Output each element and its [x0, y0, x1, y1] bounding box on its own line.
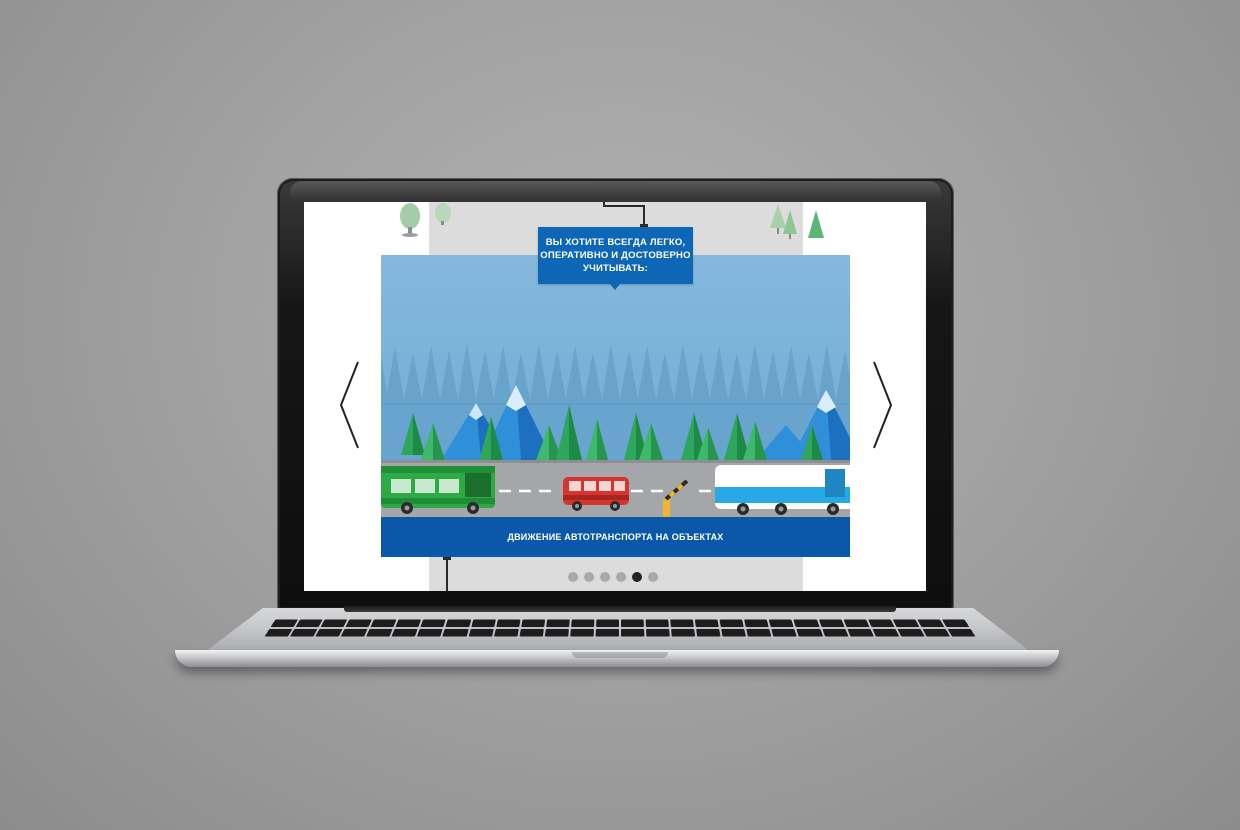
- key: [341, 629, 368, 637]
- chevron-left-icon[interactable]: [338, 360, 364, 450]
- key: [769, 620, 794, 627]
- key: [797, 629, 823, 637]
- key: [596, 629, 619, 637]
- key: [468, 629, 493, 637]
- chevron-right-icon[interactable]: [868, 360, 894, 450]
- key: [519, 629, 543, 637]
- pagination-dot[interactable]: [632, 572, 642, 582]
- key: [917, 620, 944, 627]
- key: [315, 629, 342, 637]
- key: [443, 629, 469, 637]
- slide-illustration: Движение автотранспорта на объектах: [381, 255, 850, 557]
- key: [290, 629, 318, 637]
- keyboard: [265, 620, 976, 637]
- laptop-hinge: [344, 606, 896, 612]
- key: [695, 620, 719, 627]
- green-bus: [381, 466, 495, 514]
- far-forest: [381, 343, 850, 405]
- key: [721, 629, 746, 637]
- key: [822, 629, 848, 637]
- pagination-dot[interactable]: [584, 572, 594, 582]
- key: [271, 620, 298, 627]
- key: [868, 620, 894, 627]
- cable: [604, 202, 644, 228]
- key: [396, 620, 422, 627]
- key: [819, 620, 845, 627]
- key: [744, 620, 769, 627]
- key: [621, 629, 644, 637]
- key: [942, 620, 969, 627]
- key: [720, 620, 744, 627]
- pagination-dot[interactable]: [616, 572, 626, 582]
- key: [847, 629, 874, 637]
- key: [571, 620, 594, 627]
- key: [392, 629, 418, 637]
- blue-bus: [715, 465, 850, 515]
- key: [596, 620, 619, 627]
- key: [794, 620, 819, 627]
- question-line: учитывать:: [583, 262, 648, 275]
- key: [346, 620, 372, 627]
- key: [893, 620, 920, 627]
- landscape-illustration: [381, 255, 850, 517]
- key: [570, 629, 594, 637]
- key: [494, 629, 519, 637]
- key: [296, 620, 323, 627]
- key: [897, 629, 924, 637]
- trackpad-notch: [572, 652, 668, 658]
- key: [872, 629, 899, 637]
- key: [421, 620, 446, 627]
- key: [265, 629, 293, 637]
- caption-bar: Движение автотранспорта на объектах: [381, 517, 850, 557]
- key: [646, 629, 670, 637]
- key: [446, 620, 471, 627]
- key: [321, 620, 348, 627]
- key: [747, 629, 772, 637]
- callout-tail: [610, 284, 620, 290]
- key: [471, 620, 496, 627]
- tree-icon: [770, 204, 824, 239]
- key: [417, 629, 443, 637]
- question-callout: Вы хотите всегда легко, оперативно и дос…: [538, 227, 693, 284]
- slide-caption: Движение автотранспорта на объектах: [507, 532, 723, 542]
- question-line: оперативно и достоверно: [540, 249, 690, 262]
- key: [496, 620, 520, 627]
- key: [621, 620, 644, 627]
- pagination-dot[interactable]: [648, 572, 658, 582]
- key: [671, 629, 695, 637]
- pagination-dot[interactable]: [568, 572, 578, 582]
- key: [521, 620, 545, 627]
- tree-icon: [435, 203, 451, 225]
- slide-pagination: [568, 572, 658, 582]
- key: [646, 620, 669, 627]
- key: [546, 620, 570, 627]
- key: [947, 629, 975, 637]
- key: [922, 629, 950, 637]
- laptop-screen: Движение автотранспорта на объектах Вы х…: [304, 202, 926, 591]
- key: [772, 629, 798, 637]
- key: [545, 629, 569, 637]
- key: [366, 629, 393, 637]
- key: [371, 620, 397, 627]
- key: [670, 620, 694, 627]
- tree-icon: [400, 203, 420, 237]
- key: [696, 629, 720, 637]
- question-line: Вы хотите всегда легко,: [546, 236, 686, 249]
- bottom-cable: [442, 554, 452, 591]
- key: [843, 620, 869, 627]
- pagination-dot[interactable]: [600, 572, 610, 582]
